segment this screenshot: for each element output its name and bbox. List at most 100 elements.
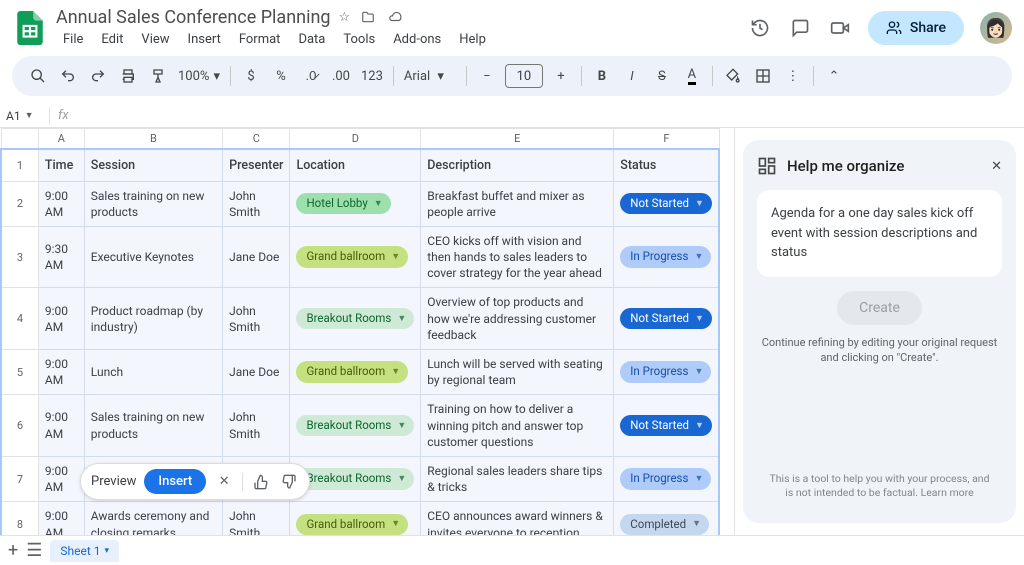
more-icon[interactable]: ⋮ <box>779 62 807 90</box>
star-icon[interactable]: ☆ <box>339 10 351 25</box>
sheet-tab[interactable]: Sheet 1 ▾ <box>50 540 119 562</box>
location-cell[interactable]: Breakout Rooms ▼ <box>290 288 421 350</box>
time-cell[interactable]: 9:30 AM <box>38 226 84 288</box>
header-cell[interactable]: Presenter <box>223 149 290 182</box>
close-panel-icon[interactable]: ✕ <box>991 159 1002 174</box>
status-chip[interactable]: Not Started ▼ <box>620 308 712 330</box>
share-button[interactable]: Share <box>868 11 964 45</box>
comment-icon[interactable] <box>788 16 812 40</box>
col-header[interactable]: B <box>84 129 222 149</box>
create-button[interactable]: Create <box>837 291 922 325</box>
description-cell[interactable]: CEO announces award winners & invites ev… <box>421 502 614 535</box>
status-cell[interactable]: Not Started ▼ <box>614 288 719 350</box>
header-cell[interactable]: Location <box>290 149 421 182</box>
row-header[interactable]: 1 <box>1 149 38 182</box>
location-chip[interactable]: Breakout Rooms ▼ <box>296 468 414 490</box>
session-cell[interactable]: Lunch <box>84 350 222 395</box>
status-chip[interactable]: In Progress ▼ <box>620 468 711 490</box>
meet-icon[interactable] <box>828 16 852 40</box>
description-cell[interactable]: Regional sales leaders share tips & tric… <box>421 456 614 501</box>
paint-format-icon[interactable] <box>144 62 172 90</box>
sheets-logo[interactable] <box>12 10 48 46</box>
status-cell[interactable]: Not Started ▼ <box>614 395 719 457</box>
status-chip[interactable]: Not Started ▼ <box>620 193 712 215</box>
currency-icon[interactable]: $ <box>237 62 265 90</box>
collapse-toolbar-icon[interactable]: ⌃ <box>820 62 848 90</box>
row-header[interactable]: 7 <box>1 456 38 501</box>
description-cell[interactable]: Training on how to deliver a winning pit… <box>421 395 614 457</box>
presenter-cell[interactable]: John Smith <box>223 395 290 457</box>
name-box[interactable]: A1 ▼ <box>0 107 50 125</box>
location-chip[interactable]: Breakout Rooms ▼ <box>296 308 414 330</box>
select-all-cell[interactable] <box>1 129 38 149</box>
session-cell[interactable]: Product roadmap (by industry) <box>84 288 222 350</box>
description-cell[interactable]: Overview of top products and how we're a… <box>421 288 614 350</box>
zoom-selector[interactable]: 100% ▾ <box>174 69 224 84</box>
presenter-cell[interactable]: Jane Doe <box>223 226 290 288</box>
location-chip[interactable]: Breakout Rooms ▼ <box>296 415 414 437</box>
doc-title[interactable]: Annual Sales Conference Planning <box>56 7 331 28</box>
strikethrough-icon[interactable]: S <box>648 62 676 90</box>
header-cell[interactable]: Description <box>421 149 614 182</box>
menu-tools[interactable]: Tools <box>336 30 382 49</box>
add-sheet-icon[interactable]: + <box>8 540 18 561</box>
status-cell[interactable]: Not Started ▼ <box>614 181 719 226</box>
col-header[interactable]: F <box>614 129 719 149</box>
history-icon[interactable] <box>748 16 772 40</box>
row-header[interactable]: 5 <box>1 350 38 395</box>
status-chip[interactable]: In Progress ▼ <box>620 361 711 383</box>
thumbs-up-icon[interactable] <box>251 472 271 492</box>
row-header[interactable]: 2 <box>1 181 38 226</box>
row-header[interactable]: 8 <box>1 502 38 535</box>
menu-view[interactable]: View <box>134 30 176 49</box>
presenter-cell[interactable]: John Smith <box>223 181 290 226</box>
location-cell[interactable]: Grand ballroom ▼ <box>290 350 421 395</box>
search-icon[interactable] <box>24 62 52 90</box>
session-cell[interactable]: Sales training on new products <box>84 181 222 226</box>
location-chip[interactable]: Grand ballroom ▼ <box>296 361 408 383</box>
menu-help[interactable]: Help <box>452 30 493 49</box>
menu-format[interactable]: Format <box>232 30 288 49</box>
location-chip[interactable]: Hotel Lobby ▼ <box>296 193 390 215</box>
presenter-cell[interactable]: Jane Doe <box>223 350 290 395</box>
menu-file[interactable]: File <box>56 30 90 49</box>
increase-decimal-icon[interactable]: .00 <box>327 62 355 90</box>
bold-icon[interactable]: B <box>588 62 616 90</box>
location-cell[interactable]: Hotel Lobby ▼ <box>290 181 421 226</box>
borders-icon[interactable] <box>749 62 777 90</box>
italic-icon[interactable]: I <box>618 62 646 90</box>
session-cell[interactable]: Executive Keynotes <box>84 226 222 288</box>
status-chip[interactable]: In Progress ▼ <box>620 246 711 268</box>
description-cell[interactable]: Breakfast buffet and mixer as people arr… <box>421 181 614 226</box>
time-cell[interactable]: 9:00 AM <box>38 288 84 350</box>
increase-font-icon[interactable]: + <box>547 62 575 90</box>
row-header[interactable]: 3 <box>1 226 38 288</box>
header-cell[interactable]: Status <box>614 149 719 182</box>
time-cell[interactable]: 9:00 AM <box>38 502 84 535</box>
time-cell[interactable]: 9:00 AM <box>38 350 84 395</box>
description-cell[interactable]: CEO kicks off with vision and then hands… <box>421 226 614 288</box>
status-cell[interactable]: In Progress ▼ <box>614 350 719 395</box>
close-icon[interactable]: ✕ <box>214 472 234 492</box>
col-header[interactable]: D <box>290 129 421 149</box>
text-color-icon[interactable]: A <box>678 62 706 90</box>
col-header[interactable]: A <box>38 129 84 149</box>
number-format-selector[interactable]: 123 <box>357 69 387 84</box>
col-header[interactable]: E <box>421 129 614 149</box>
menu-addons[interactable]: Add-ons <box>386 30 448 49</box>
header-cell[interactable]: Session <box>84 149 222 182</box>
percent-icon[interactable]: % <box>267 62 295 90</box>
font-selector[interactable]: Arial ▾ <box>400 69 460 84</box>
menu-data[interactable]: Data <box>291 30 332 49</box>
col-header[interactable]: C <box>223 129 290 149</box>
redo-icon[interactable] <box>84 62 112 90</box>
time-cell[interactable]: 9:00 AM <box>38 456 84 501</box>
location-cell[interactable]: Breakout Rooms ▼ <box>290 395 421 457</box>
time-cell[interactable]: 9:00 AM <box>38 395 84 457</box>
session-cell[interactable]: Sales training on new products <box>84 395 222 457</box>
time-cell[interactable]: 9:00 AM <box>38 181 84 226</box>
fill-color-icon[interactable] <box>719 62 747 90</box>
undo-icon[interactable] <box>54 62 82 90</box>
row-header[interactable]: 4 <box>1 288 38 350</box>
status-cell[interactable]: Completed ▼ <box>614 502 719 535</box>
